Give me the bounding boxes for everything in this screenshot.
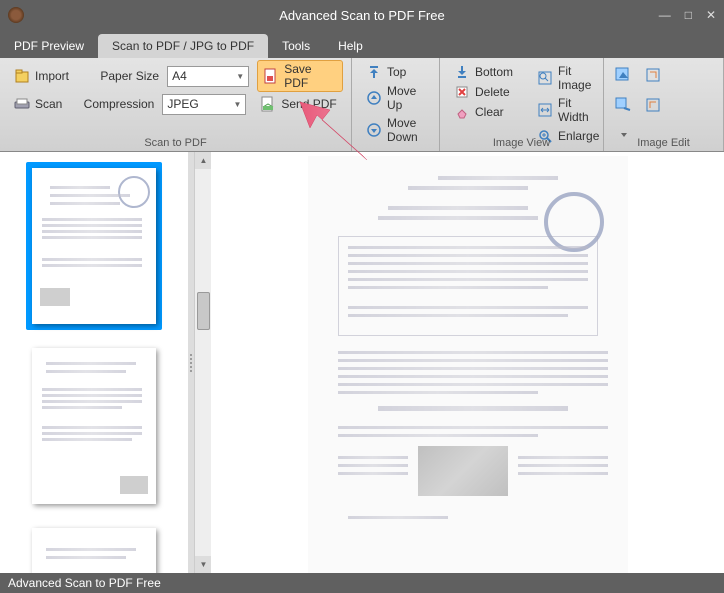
compression-value: JPEG — [167, 97, 198, 111]
tab-help[interactable]: Help — [324, 34, 377, 58]
fit-width-label: Fit Width — [558, 96, 599, 124]
tab-scan-to-pdf[interactable]: Scan to PDF / JPG to PDF — [98, 34, 268, 58]
edit-tool-1[interactable] — [612, 64, 636, 86]
chevron-down-icon: ▼ — [233, 100, 241, 109]
fit-width-icon — [537, 102, 553, 118]
top-icon — [366, 64, 382, 80]
delete-icon — [454, 84, 470, 100]
group-image-edit: Image Edit — [604, 58, 724, 151]
group-label-image-view: Image View — [440, 137, 603, 149]
move-up-label: Move Up — [387, 84, 425, 112]
group-scan-to-pdf: Import Paper Size A4 ▼ Save PDF Scan Com… — [0, 58, 352, 151]
minimize-button[interactable]: — — [659, 8, 671, 22]
clear-icon — [454, 104, 470, 120]
move-up-icon — [366, 90, 382, 106]
menu-bar: PDF Preview Scan to PDF / JPG to PDF Too… — [0, 30, 724, 58]
fit-image-button[interactable]: Fit Image — [531, 62, 605, 94]
status-text: Advanced Scan to PDF Free — [8, 576, 161, 590]
edit-tool-2[interactable] — [612, 94, 636, 116]
top-button[interactable]: Top — [360, 62, 431, 82]
scan-label: Scan — [35, 97, 62, 111]
thumbnail-3[interactable] — [26, 522, 162, 573]
bottom-icon — [454, 64, 470, 80]
fit-image-icon — [537, 70, 553, 86]
group-label-image-edit: Image Edit — [604, 137, 723, 149]
clear-label: Clear — [475, 105, 504, 119]
edit-tool-4[interactable] — [642, 94, 666, 116]
compression-dropdown[interactable]: JPEG ▼ — [162, 94, 246, 115]
content-area: ▲ ▼ — [0, 152, 724, 573]
send-pdf-label: Send PDF — [281, 97, 336, 111]
thumbnail-1[interactable] — [26, 162, 162, 330]
ribbon: Import Paper Size A4 ▼ Save PDF Scan Com… — [0, 58, 724, 152]
title-bar: Advanced Scan to PDF Free — □ ✕ — [0, 0, 724, 30]
scrollbar-thumb[interactable] — [197, 292, 210, 330]
import-button[interactable]: Import — [8, 66, 75, 86]
scroll-up-icon[interactable]: ▲ — [195, 152, 212, 169]
save-pdf-label: Save PDF — [284, 62, 337, 90]
app-icon — [8, 7, 24, 23]
delete-button[interactable]: Delete — [448, 82, 519, 102]
send-pdf-button[interactable]: Send PDF — [254, 94, 342, 114]
thumbnail-scrollbar[interactable]: ▲ ▼ — [194, 152, 211, 573]
bottom-button[interactable]: Bottom — [448, 62, 519, 82]
save-pdf-icon — [263, 68, 279, 84]
delete-label: Delete — [475, 85, 510, 99]
send-pdf-icon — [260, 96, 276, 112]
top-label: Top — [387, 65, 406, 79]
save-pdf-button[interactable]: Save PDF — [257, 60, 343, 92]
group-label-scan: Scan to PDF — [0, 137, 351, 149]
move-down-button[interactable]: Move Down — [360, 114, 431, 146]
thumbnail-panel — [0, 152, 188, 573]
tab-pdf-preview[interactable]: PDF Preview — [0, 34, 98, 58]
compression-label: Compression — [76, 97, 154, 111]
edit-tool-3[interactable] — [642, 64, 666, 86]
bottom-label: Bottom — [475, 65, 513, 79]
chevron-down-icon: ▼ — [236, 72, 244, 81]
fit-width-button[interactable]: Fit Width — [531, 94, 605, 126]
import-label: Import — [35, 69, 69, 83]
scroll-down-icon[interactable]: ▼ — [195, 556, 212, 573]
group-move: Top Move Up Move Down — [352, 58, 440, 151]
fit-image-label: Fit Image — [558, 64, 599, 92]
thumbnail-2[interactable] — [26, 342, 162, 510]
paper-size-label: Paper Size — [83, 69, 159, 83]
close-button[interactable]: ✕ — [706, 8, 716, 22]
document-page — [308, 156, 628, 573]
document-view[interactable] — [211, 152, 724, 573]
paper-size-value: A4 — [172, 69, 187, 83]
scan-button[interactable]: Scan — [8, 94, 68, 114]
tab-tools[interactable]: Tools — [268, 34, 324, 58]
scan-icon — [14, 96, 30, 112]
move-down-icon — [366, 122, 382, 138]
move-up-button[interactable]: Move Up — [360, 82, 431, 114]
group-image-view: Bottom Delete Clear Fit Image — [440, 58, 604, 151]
move-down-label: Move Down — [387, 116, 425, 144]
import-icon — [14, 68, 30, 84]
maximize-button[interactable]: □ — [685, 8, 692, 22]
clear-button[interactable]: Clear — [448, 102, 519, 122]
status-bar: Advanced Scan to PDF Free — [0, 573, 724, 593]
app-title: Advanced Scan to PDF Free — [279, 8, 444, 23]
paper-size-dropdown[interactable]: A4 ▼ — [167, 66, 249, 87]
